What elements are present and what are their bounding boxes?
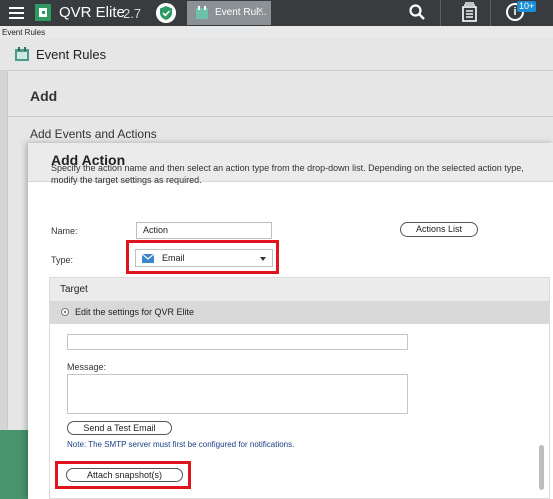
shield-icon[interactable] xyxy=(156,3,176,23)
target-section: Target Edit the settings for QVR Elite M… xyxy=(49,277,550,499)
type-label: Type: xyxy=(51,255,74,265)
smtp-note: Note: The SMTP server must first be conf… xyxy=(67,440,295,449)
scrollbar[interactable] xyxy=(537,325,546,495)
message-label: Message: xyxy=(67,362,107,372)
menu-icon[interactable] xyxy=(9,7,24,19)
scrollbar-thumb[interactable] xyxy=(539,445,544,490)
notification-badge: 10+ xyxy=(517,1,537,12)
side-strip xyxy=(0,430,28,499)
divider xyxy=(440,0,441,26)
notes-icon[interactable] xyxy=(460,2,478,22)
page-title: Event Rules xyxy=(36,47,107,62)
target-radio[interactable] xyxy=(61,308,69,316)
email-field[interactable] xyxy=(67,334,408,350)
message-textarea[interactable] xyxy=(67,374,408,414)
event-rules-icon xyxy=(15,47,29,61)
add-action-dialog: Add Action Specify the action name and t… xyxy=(28,143,553,499)
name-label: Name: xyxy=(51,226,78,236)
type-selected-value: Email xyxy=(162,253,185,263)
divider xyxy=(490,0,491,26)
attach-snapshot-button[interactable]: Attach snapshot(s) xyxy=(66,468,183,482)
app-title: QVR Elite xyxy=(59,4,125,21)
actions-list-button[interactable]: Actions List xyxy=(400,222,478,237)
tab-event-rules[interactable]: Event Rul... × xyxy=(187,1,271,25)
app-version: 2.7 xyxy=(123,6,142,21)
target-title: Target xyxy=(60,284,88,295)
tab-app-icon xyxy=(196,6,208,19)
name-field[interactable]: Action xyxy=(136,222,272,239)
search-icon[interactable] xyxy=(408,3,426,21)
dropdown-caret-icon xyxy=(260,257,266,261)
description-text: Specify the action name and then select … xyxy=(51,163,524,185)
email-icon xyxy=(142,254,154,263)
send-test-email-button[interactable]: Send a Test Email xyxy=(67,421,172,435)
target-header: Target xyxy=(50,278,549,301)
type-select[interactable]: Email xyxy=(135,249,273,267)
breadcrumb: Event Rules xyxy=(0,26,553,38)
page-header: Event Rules xyxy=(0,38,553,71)
add-heading: Add xyxy=(30,88,58,104)
top-bar: QVR Elite 2.7 Event Rul... × i 10+ xyxy=(0,0,553,26)
target-option-row: Edit the settings for QVR Elite xyxy=(50,301,549,324)
target-option-label: Edit the settings for QVR Elite xyxy=(75,307,195,317)
events-actions-heading: Add Events and Actions xyxy=(30,127,157,141)
close-icon[interactable]: × xyxy=(257,5,263,17)
qvr-logo-icon xyxy=(35,4,51,21)
divider xyxy=(7,116,553,117)
